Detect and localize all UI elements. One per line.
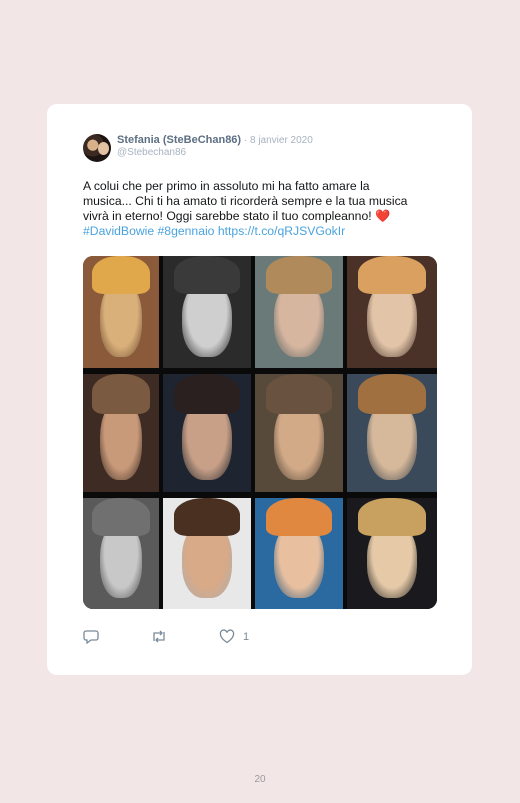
collage-photo-12 [347,498,437,609]
tweet-date[interactable]: 8 janvier 2020 [250,135,313,146]
collage-photo-11 [255,498,343,609]
page-number: 20 [254,774,266,785]
tweet-photo-collage[interactable] [83,256,437,609]
heart-emoji: ❤️ [375,209,391,223]
hashtag-8gennaio[interactable]: #8gennaio [158,224,215,238]
reply-icon[interactable] [83,629,99,644]
like-count: 1 [243,631,250,643]
collage-photo-5 [83,374,159,492]
author-name[interactable]: Stefania (SteBeChan86) [117,134,241,146]
collage-photo-8 [347,374,437,492]
collage-photo-6 [163,374,251,492]
tweet-text-line3: vivrà in eterno! Oggi sarebbe stato il t… [83,209,372,223]
tweet-text-line1: A colui che per primo in assoluto mi ha … [83,179,370,193]
separator: · [241,135,250,146]
tweet-header: Stefania (SteBeChan86) · 8 janvier 2020 [117,134,313,147]
avatar[interactable] [83,134,111,162]
tweet-link[interactable]: https://t.co/qRJSVGokIr [218,224,345,238]
collage-photo-9 [83,498,159,609]
collage-photo-3 [255,256,343,368]
hashtag-davidbowie[interactable]: #DavidBowie [83,224,154,238]
collage-photo-10 [163,498,251,609]
collage-photo-4 [347,256,437,368]
collage-photo-1 [83,256,159,368]
retweet-icon[interactable] [150,629,168,644]
tweet-text-line2: musica... Chi ti ha amato ti ricorderà s… [83,194,408,208]
collage-photo-7 [255,374,343,492]
author-handle[interactable]: @Stebechan86 [117,147,186,158]
tweet-card: Stefania (SteBeChan86) · 8 janvier 2020 … [47,104,472,675]
collage-photo-2 [163,256,251,368]
tweet-actions: 1 [83,629,283,647]
like-icon[interactable] [219,629,235,644]
tweet-text: A colui che per primo in assoluto mi ha … [83,179,428,239]
